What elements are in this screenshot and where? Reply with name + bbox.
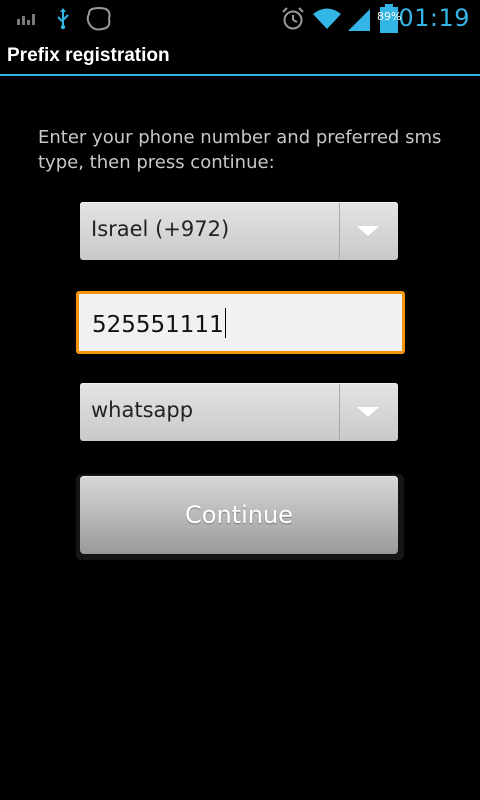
country-selected-value: Israel (+972)	[91, 217, 230, 241]
alarm-icon	[282, 7, 304, 30]
continue-button[interactable]: Continue	[80, 476, 398, 554]
phone-number-input[interactable]: 525551111	[76, 291, 405, 354]
battery-percentage: 89%	[377, 10, 402, 23]
spinner-divider	[339, 384, 340, 440]
clock: 01:19	[398, 4, 470, 32]
spinner-divider	[339, 203, 340, 259]
text-caret	[224, 308, 226, 338]
instructions-text: Enter your phone number and preferred sm…	[38, 127, 442, 173]
country-spinner[interactable]: Israel (+972)	[80, 202, 398, 260]
sms-type-selected-value: whatsapp	[91, 398, 194, 422]
status-bar: 89% 01:19	[0, 0, 480, 38]
title-bar: Prefix registration	[0, 38, 480, 76]
page-title: Prefix registration	[7, 45, 170, 66]
cell-signal-icon	[348, 9, 370, 31]
signal-bars-icon	[17, 14, 35, 25]
wifi-icon	[313, 8, 341, 29]
sms-type-spinner[interactable]: whatsapp	[80, 383, 398, 441]
chevron-down-icon	[357, 407, 379, 417]
usb-icon	[57, 8, 69, 30]
phone-number-value: 525551111	[92, 308, 226, 338]
continue-button-label: Continue	[185, 501, 293, 529]
continue-button-frame: Continue	[76, 474, 404, 560]
chevron-down-icon	[357, 226, 379, 236]
blob-icon	[86, 7, 111, 31]
